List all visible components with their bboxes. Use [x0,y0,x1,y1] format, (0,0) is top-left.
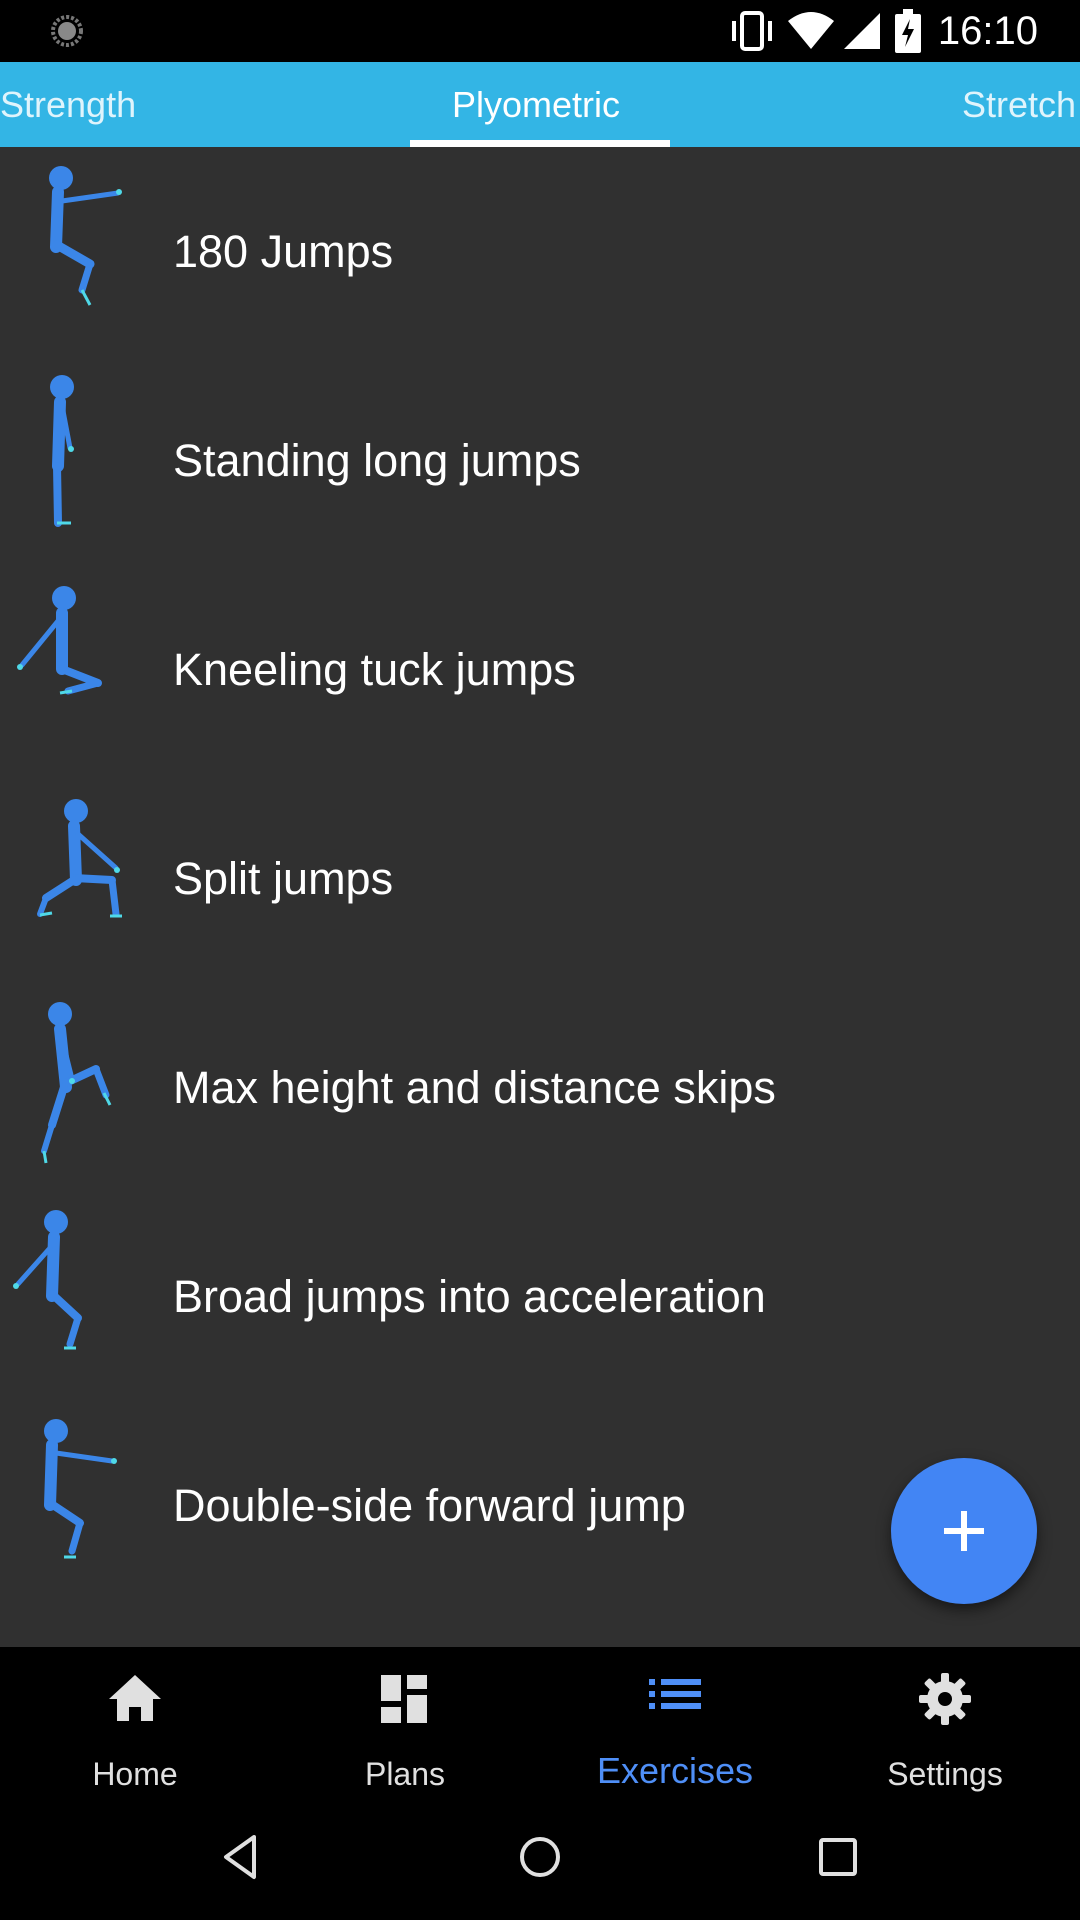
skip-figure-icon [41,1002,112,1164]
list-item[interactable]: Broad jumps into acceleration [0,1192,1080,1401]
system-navigation-bar [0,1797,1080,1920]
nav-home[interactable]: Home [0,1647,270,1797]
home-icon [109,1675,161,1721]
list-item[interactable]: Standing long jumps [0,356,1080,565]
nav-label-settings: Settings [887,1756,1003,1792]
category-tab-bar: Strength Plyometric Stretch [0,62,1080,147]
plus-icon [944,1511,984,1551]
exercise-name: Double-side forward jump [173,1480,686,1531]
add-exercise-button[interactable] [891,1458,1037,1604]
status-time: 16:10 [937,8,1038,53]
loading-icon [51,15,83,47]
squat-figure-icon [49,166,122,306]
list-item[interactable]: 180 Jumps [0,147,1080,356]
bottom-navigation: Home Plans Exercises Settings [0,1647,1080,1797]
nav-label-exercises: Exercises [596,1750,754,1791]
nav-plans[interactable]: Plans [270,1647,540,1797]
dashboard-icon [381,1675,427,1723]
squat-figure-icon [44,1419,117,1559]
lunge-figure-icon [37,799,122,918]
exercise-name: Broad jumps into acceleration [173,1271,766,1322]
exercise-name: Standing long jumps [173,435,581,486]
home-circle-icon[interactable] [510,1827,570,1887]
list-icon [649,1679,701,1709]
wifi-icon [787,12,834,49]
nav-label-plans: Plans [364,1756,446,1792]
exercise-name: 180 Jumps [173,226,394,277]
nav-label-home: Home [92,1756,178,1792]
list-item[interactable]: Max height and distance skips [0,983,1080,1192]
tab-strength[interactable]: Strength [0,62,136,147]
exercise-name: Kneeling tuck jumps [173,644,576,695]
list-item[interactable]: Kneeling tuck jumps [0,565,1080,774]
vibrate-icon [731,11,772,51]
broad-jump-figure-icon [13,1210,82,1350]
exercise-name: Split jumps [173,853,394,904]
recents-icon[interactable] [808,1827,868,1887]
exercise-name: Max height and distance skips [173,1062,776,1113]
tab-indicator [410,140,670,147]
status-bar: 16:10 [0,0,1080,62]
tab-stretch[interactable]: Stretch [962,62,1076,147]
battery-charging-icon [894,9,921,53]
gear-icon [919,1673,971,1725]
nav-exercises[interactable]: Exercises [540,1647,810,1797]
exercise-list: 180 Jumps Standing long jumps Kneeling t… [0,147,1080,1647]
tab-plyometric[interactable]: Plyometric [452,62,620,147]
standing-figure-icon [50,375,74,527]
list-item[interactable]: Split jumps [0,774,1080,983]
signal-icon [843,13,880,49]
nav-settings[interactable]: Settings [810,1647,1080,1797]
back-icon[interactable] [212,1827,272,1887]
kneeling-figure-icon [17,586,102,695]
